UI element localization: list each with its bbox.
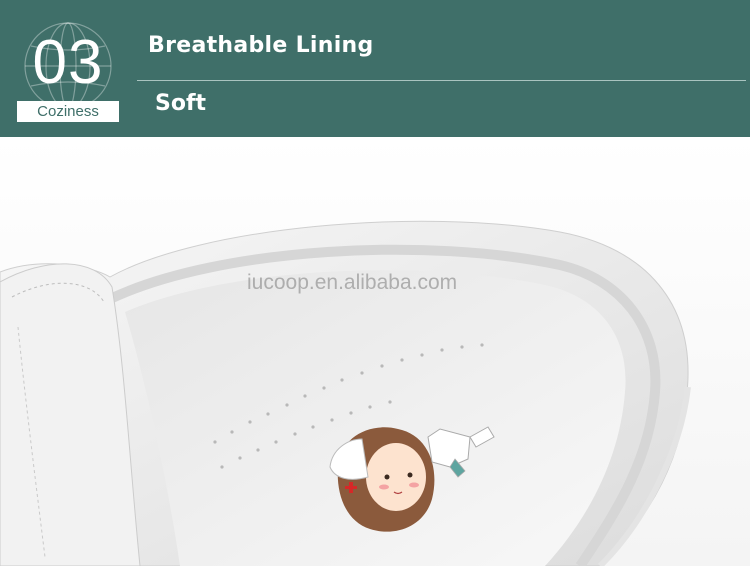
shoe-illustration	[0, 137, 750, 569]
watermark-text: iucoop.en.alibaba.com	[247, 271, 458, 294]
product-photo: iucoop.en.alibaba.com	[0, 137, 750, 569]
feature-subtitle: Soft	[155, 91, 207, 116]
feature-title: Breathable Lining	[148, 33, 374, 58]
section-badge: 03 Coziness	[17, 20, 119, 124]
header-banner: 03 Coziness Breathable Lining Soft	[0, 0, 750, 137]
divider	[137, 80, 746, 81]
section-label: Coziness	[17, 101, 119, 122]
section-number: 03	[32, 28, 104, 97]
